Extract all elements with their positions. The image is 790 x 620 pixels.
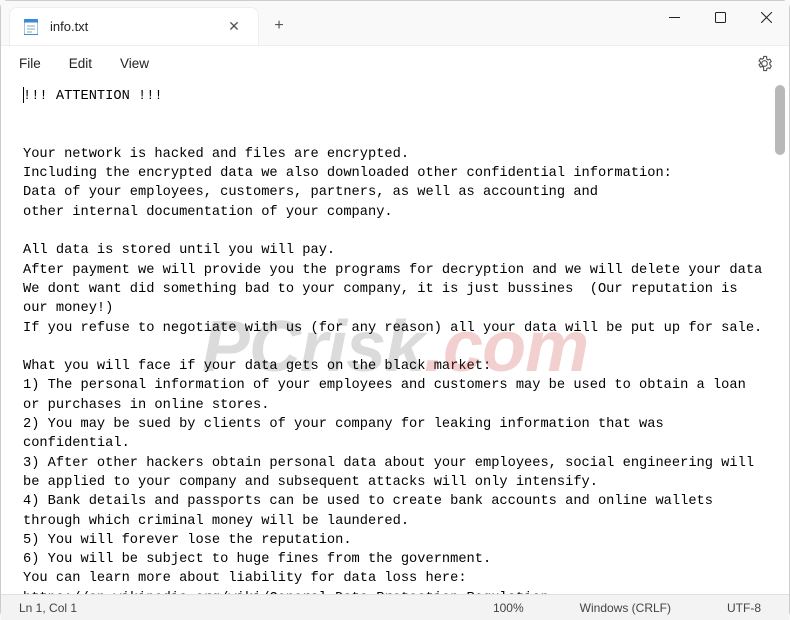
menu-edit[interactable]: Edit (59, 50, 110, 77)
menu-file[interactable]: File (9, 50, 59, 77)
settings-button[interactable] (747, 49, 781, 79)
tab-active[interactable]: info.txt ✕ (9, 7, 259, 45)
maximize-button[interactable] (697, 1, 743, 33)
tab-title: info.txt (50, 19, 212, 34)
editor-area: !!! ATTENTION !!! Your network is hacked… (1, 81, 789, 594)
gear-icon (756, 55, 773, 72)
tab-close-button[interactable]: ✕ (222, 15, 246, 39)
editor-content: !!! ATTENTION !!! Your network is hacked… (23, 89, 762, 594)
titlebar: info.txt ✕ + (1, 1, 789, 45)
new-tab-button[interactable]: + (259, 7, 299, 45)
window-controls (651, 1, 789, 45)
menubar: File Edit View (1, 45, 789, 81)
status-zoom[interactable]: 100% (465, 601, 552, 615)
status-lineending[interactable]: Windows (CRLF) (552, 601, 699, 615)
statusbar: Ln 1, Col 1 100% Windows (CRLF) UTF-8 (1, 594, 789, 620)
vertical-scrollbar[interactable] (773, 85, 787, 588)
status-position[interactable]: Ln 1, Col 1 (1, 601, 77, 615)
titlebar-drag-region[interactable] (299, 1, 651, 45)
text-editor[interactable]: !!! ATTENTION !!! Your network is hacked… (1, 81, 789, 594)
menu-view[interactable]: View (110, 50, 167, 77)
close-window-button[interactable] (743, 1, 789, 33)
scrollbar-thumb[interactable] (775, 85, 785, 155)
notepad-icon (24, 18, 40, 36)
status-encoding[interactable]: UTF-8 (699, 601, 789, 615)
minimize-button[interactable] (651, 1, 697, 33)
